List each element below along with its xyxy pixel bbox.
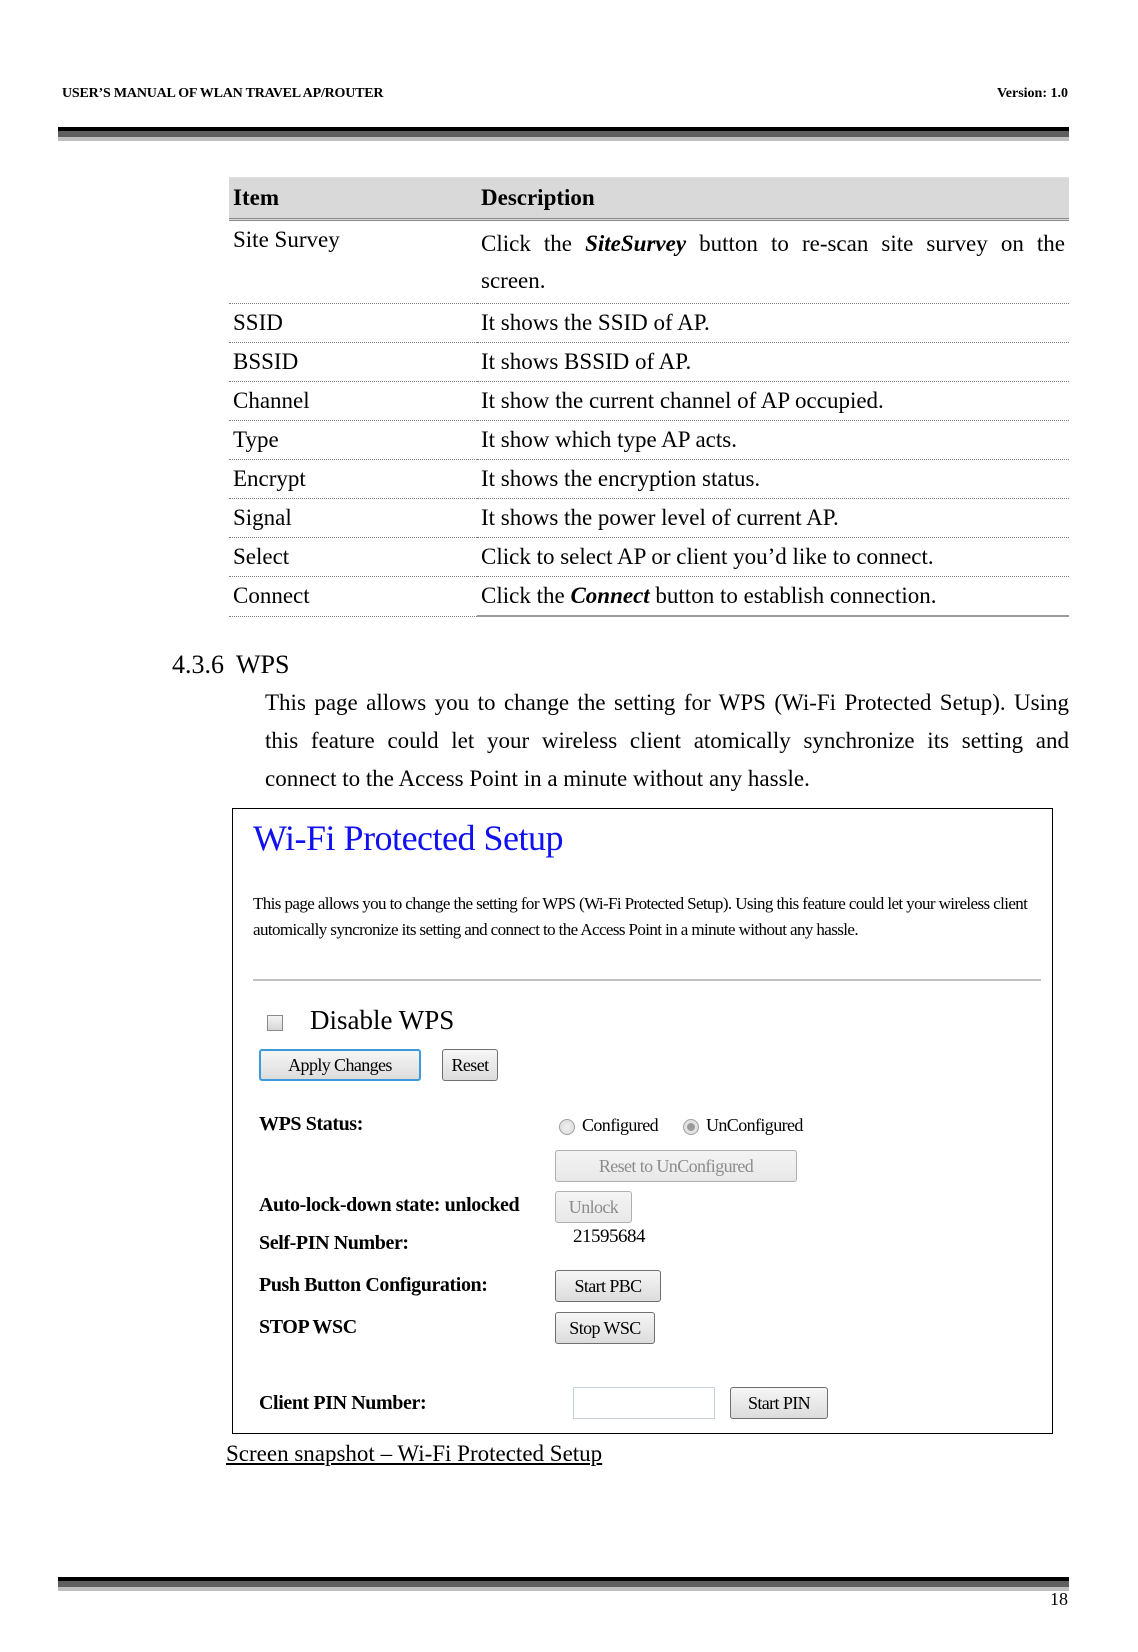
unconfigured-radio[interactable]	[683, 1119, 699, 1135]
auto-lock-state-label: Auto-lock-down state: unlocked	[259, 1194, 520, 1216]
description-cell: It shows BSSID of AP.	[477, 342, 1069, 382]
push-button-config-label: Push Button Configuration:	[259, 1274, 488, 1296]
section-intro: This page allows you to change the setti…	[265, 690, 1069, 791]
client-pin-label: Client PIN Number:	[259, 1392, 427, 1414]
description-cell: It shows the SSID of AP.	[477, 303, 1069, 343]
column-header-item: Item	[229, 177, 477, 221]
wps-page-description: This page allows you to change the setti…	[253, 894, 1028, 939]
section-number: 4.3.6	[172, 650, 224, 679]
self-pin-label: Self-PIN Number:	[259, 1232, 409, 1254]
column-header-description: Description	[477, 177, 1069, 221]
item-cell: Signal	[229, 498, 477, 538]
divider	[253, 979, 1041, 981]
item-cell: Type	[229, 420, 477, 460]
disable-wps-label: Disable WPS	[310, 1005, 455, 1035]
disable-wps-checkbox[interactable]	[267, 1015, 283, 1031]
page-number: 18	[1050, 1589, 1068, 1609]
emphasis-text: Connect	[570, 583, 650, 608]
client-pin-input[interactable]	[573, 1387, 715, 1419]
table-header-row: Item Description	[229, 177, 1069, 221]
stop-wsc-label: STOP WSC	[259, 1316, 357, 1338]
description-cell: It show the current channel of AP occupi…	[477, 381, 1069, 421]
start-pin-button[interactable]: Start PIN	[730, 1387, 828, 1419]
description-cell: Click the Connect button to establish co…	[477, 576, 1069, 617]
description-cell: Click the SiteSurvey button to re-scan s…	[477, 219, 1069, 304]
item-cell: Connect	[229, 576, 477, 617]
description-text: Click the	[481, 583, 571, 608]
table-row: BSSID It shows BSSID of AP.	[229, 342, 1069, 382]
item-cell: BSSID	[229, 342, 477, 382]
table-row: Site Survey Click the SiteSurvey button …	[229, 219, 1069, 304]
unconfigured-label: UnConfigured	[706, 1115, 803, 1135]
item-cell: Site Survey	[229, 219, 477, 304]
table-row: Channel It show the current channel of A…	[229, 381, 1069, 421]
wps-page-title: Wi-Fi Protected Setup	[253, 818, 564, 858]
table-row: Type It show which type AP acts.	[229, 420, 1069, 460]
item-cell: SSID	[229, 303, 477, 343]
table-row: Signal It shows the power level of curre…	[229, 498, 1069, 538]
description-table: Item Description Site Survey Click the S…	[229, 177, 1069, 617]
description-text: Click the	[481, 231, 586, 256]
table-row: Connect Click the Connect button to esta…	[229, 576, 1069, 617]
description-cell: It shows the encryption status.	[477, 459, 1069, 499]
description-cell: It show which type AP acts.	[477, 420, 1069, 460]
section-title: WPS	[236, 650, 290, 679]
wps-screenshot: Wi-Fi Protected Setup This page allows y…	[232, 808, 1053, 1434]
item-cell: Encrypt	[229, 459, 477, 499]
start-pbc-button[interactable]: Start PBC	[555, 1270, 661, 1302]
description-text: button to establish connection.	[649, 583, 937, 608]
description-cell: Click to select AP or client you’d like …	[477, 537, 1069, 577]
item-cell: Select	[229, 537, 477, 577]
emphasis-text: SiteSurvey	[585, 231, 687, 256]
stop-wsc-button[interactable]: Stop WSC	[555, 1312, 655, 1344]
table-row: Select Click to select AP or client you’…	[229, 537, 1069, 577]
table-row: Encrypt It shows the encryption status.	[229, 459, 1069, 499]
configured-radio[interactable]	[559, 1119, 575, 1135]
self-pin-value: 21595684	[573, 1226, 646, 1247]
wps-status-label: WPS Status:	[259, 1113, 363, 1135]
reset-to-unconfigured-button[interactable]: Reset to UnConfigured	[555, 1150, 797, 1182]
description-cell: It shows the power level of current AP.	[477, 498, 1069, 538]
manual-title: USER’S MANUAL OF WLAN TRAVEL AP/ROUTER	[62, 86, 384, 101]
section-heading: 4.3.6 WPS	[172, 650, 289, 680]
figure-caption: Screen snapshot – Wi-Fi Protected Setup	[226, 1441, 603, 1466]
version-label: Version: 1.0	[996, 86, 1068, 101]
header-rule	[58, 127, 1069, 141]
configured-label: Configured	[582, 1115, 659, 1135]
reset-button[interactable]: Reset	[442, 1049, 498, 1081]
item-cell: Channel	[229, 381, 477, 421]
table-row: SSID It shows the SSID of AP.	[229, 303, 1069, 343]
unlock-button[interactable]: Unlock	[555, 1191, 632, 1223]
footer-rule	[58, 1577, 1069, 1591]
apply-changes-button[interactable]: Apply Changes	[259, 1049, 421, 1081]
